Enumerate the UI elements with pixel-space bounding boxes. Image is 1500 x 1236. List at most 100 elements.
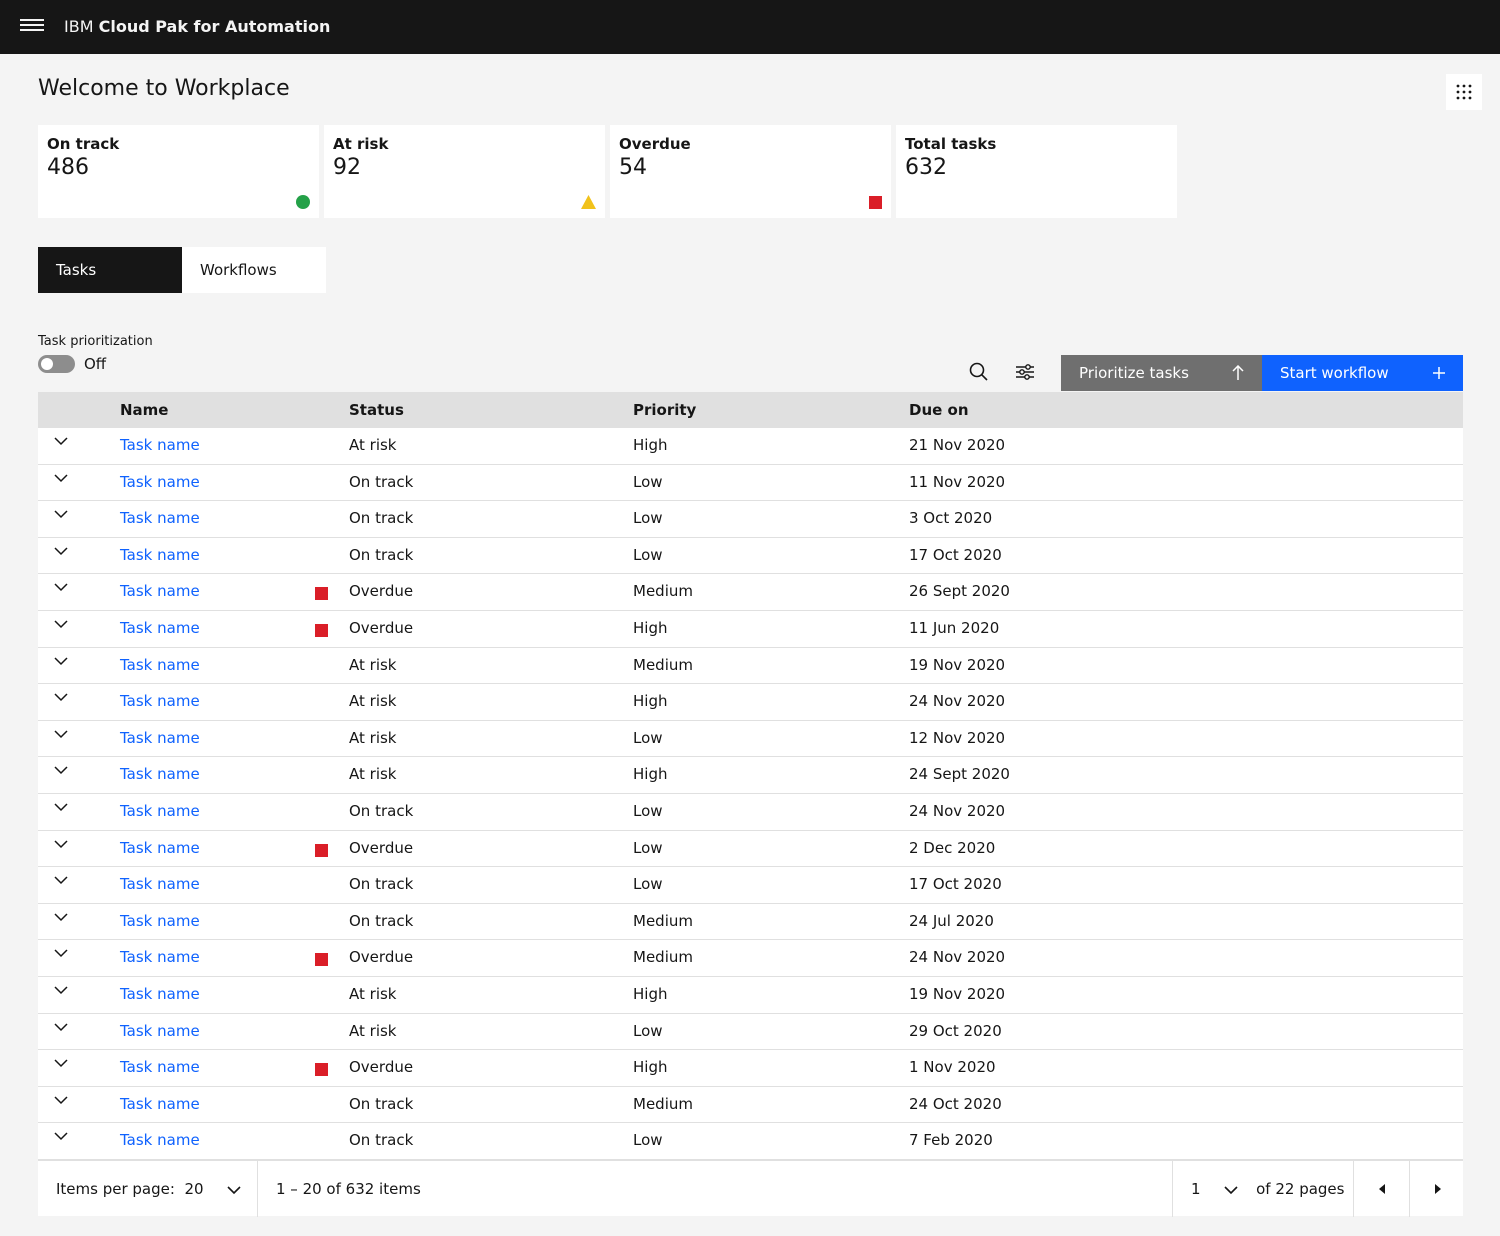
expand-row-chevron-icon[interactable]	[54, 652, 70, 666]
plus-icon	[1433, 367, 1445, 379]
expand-row-chevron-icon[interactable]	[54, 542, 70, 556]
task-priority: High	[633, 692, 668, 711]
task-name-link[interactable]: Task name	[120, 839, 200, 857]
expand-row-chevron-icon[interactable]	[54, 1091, 70, 1105]
arrow-up-icon	[1232, 365, 1244, 380]
grid-icon	[1456, 84, 1472, 100]
expand-row-chevron-icon[interactable]	[54, 615, 70, 629]
task-name-link[interactable]: Task name	[120, 582, 200, 600]
task-status: On track	[349, 1131, 414, 1150]
expand-row-chevron-icon[interactable]	[54, 688, 70, 702]
column-header-priority[interactable]: Priority	[633, 401, 696, 419]
search-icon[interactable]	[968, 361, 990, 383]
table-header: Name Status Priority Due on	[38, 392, 1463, 428]
task-name-link[interactable]: Task name	[120, 1022, 200, 1040]
table-row: Task name At risk Low 29 Oct 2020	[38, 1013, 1463, 1051]
prioritization-toggle[interactable]	[38, 355, 75, 373]
column-header-status[interactable]: Status	[349, 401, 404, 419]
expand-row-chevron-icon[interactable]	[54, 578, 70, 592]
settings-adjust-icon[interactable]	[1014, 361, 1036, 383]
table-row: Task name At risk Medium 19 Nov 2020	[38, 647, 1463, 685]
expand-row-chevron-icon[interactable]	[54, 1127, 70, 1141]
table-row: Task name On track Low 11 Nov 2020	[38, 464, 1463, 502]
expand-row-chevron-icon[interactable]	[54, 469, 70, 483]
expand-row-chevron-icon[interactable]	[54, 1018, 70, 1032]
task-name-link[interactable]: Task name	[120, 619, 200, 637]
task-name-link[interactable]: Task name	[120, 948, 200, 966]
task-status: At risk	[349, 728, 397, 747]
task-name-link[interactable]: Task name	[120, 656, 200, 674]
expand-row-chevron-icon[interactable]	[54, 761, 70, 775]
column-header-due-on[interactable]: Due on	[909, 401, 969, 419]
expand-row-chevron-icon[interactable]	[54, 432, 70, 446]
prioritize-tasks-button[interactable]: Prioritize tasks	[1061, 355, 1262, 391]
page-select[interactable]: 1 of 22 pages	[1172, 1161, 1353, 1217]
tab-workflows[interactable]: Workflows	[182, 247, 326, 293]
task-due-date: 24 Sept 2020	[909, 765, 1010, 784]
tab-tasks[interactable]: Tasks	[38, 247, 182, 293]
task-name-link[interactable]: Task name	[120, 985, 200, 1003]
task-priority: Low	[633, 472, 663, 491]
menu-icon[interactable]	[20, 16, 44, 38]
table-row: Task name On track Low 17 Oct 2020	[38, 537, 1463, 575]
task-priority: High	[633, 618, 668, 637]
task-due-date: 3 Oct 2020	[909, 509, 993, 528]
table-row: Task name Overdue Medium 24 Nov 2020	[38, 940, 1463, 977]
task-due-date: 24 Oct 2020	[909, 1094, 1002, 1113]
app-switcher-button[interactable]	[1446, 74, 1482, 110]
task-name-link[interactable]: Task name	[120, 729, 200, 747]
expand-row-chevron-icon[interactable]	[54, 1054, 70, 1068]
task-due-date: 12 Nov 2020	[909, 728, 1006, 747]
table-row: Task name At risk High 24 Nov 2020	[38, 684, 1463, 721]
overdue-indicator-icon	[315, 587, 328, 601]
red-square-icon	[869, 196, 882, 209]
previous-page-button[interactable]	[1353, 1161, 1409, 1217]
expand-row-chevron-icon[interactable]	[54, 871, 70, 885]
task-name-link[interactable]: Task name	[120, 546, 200, 564]
expand-row-chevron-icon[interactable]	[54, 981, 70, 995]
task-name-link[interactable]: Task name	[120, 436, 200, 454]
column-header-name[interactable]: Name	[120, 401, 168, 419]
pagination: Items per page: 20 1 – 20 of 632 items 1…	[38, 1160, 1463, 1217]
task-due-date: 24 Nov 2020	[909, 801, 1006, 820]
task-priority: Low	[633, 545, 663, 564]
task-name-link[interactable]: Task name	[120, 875, 200, 893]
expand-row-chevron-icon[interactable]	[54, 908, 70, 922]
task-name-link[interactable]: Task name	[120, 692, 200, 710]
brand-name[interactable]: IBM Cloud Pak for Automation	[64, 17, 330, 36]
table-row: Task name On track Medium 24 Jul 2020	[38, 903, 1463, 941]
task-name-link[interactable]: Task name	[120, 802, 200, 820]
table-row: Task name On track Low 17 Oct 2020	[38, 867, 1463, 904]
task-priority: Medium	[633, 948, 693, 967]
view-tabs: Tasks Workflows	[38, 247, 326, 293]
task-priority: Low	[633, 875, 663, 894]
task-status: Overdue	[349, 618, 414, 637]
task-priority: Medium	[633, 655, 693, 674]
task-due-date: 19 Nov 2020	[909, 655, 1006, 674]
tile-value: 486	[47, 155, 89, 180]
task-name-link[interactable]: Task name	[120, 509, 200, 527]
expand-row-chevron-icon[interactable]	[54, 725, 70, 739]
task-name-link[interactable]: Task name	[120, 473, 200, 491]
task-name-link[interactable]: Task name	[120, 912, 200, 930]
start-workflow-button[interactable]: Start workflow	[1262, 355, 1463, 391]
task-name-link[interactable]: Task name	[120, 1131, 200, 1149]
task-status: On track	[349, 545, 414, 564]
task-name-link[interactable]: Task name	[120, 1095, 200, 1113]
task-status: On track	[349, 911, 414, 930]
tile-total-tasks: Total tasks 632	[896, 125, 1177, 218]
items-per-page-select[interactable]: Items per page: 20	[38, 1161, 258, 1217]
expand-row-chevron-icon[interactable]	[54, 798, 70, 812]
expand-row-chevron-icon[interactable]	[54, 835, 70, 849]
task-status: At risk	[349, 765, 397, 784]
tile-label: At risk	[333, 135, 389, 153]
expand-row-chevron-icon[interactable]	[54, 944, 70, 958]
tasks-table: Name Status Priority Due on Task name At …	[38, 392, 1463, 1160]
task-name-link[interactable]: Task name	[120, 1058, 200, 1076]
table-row: Task name Overdue Medium 26 Sept 2020	[38, 574, 1463, 611]
task-name-link[interactable]: Task name	[120, 765, 200, 783]
table-row: Task name At risk High 24 Sept 2020	[38, 757, 1463, 794]
expand-row-chevron-icon[interactable]	[54, 505, 70, 519]
task-status: On track	[349, 801, 414, 820]
next-page-button[interactable]	[1409, 1161, 1463, 1217]
